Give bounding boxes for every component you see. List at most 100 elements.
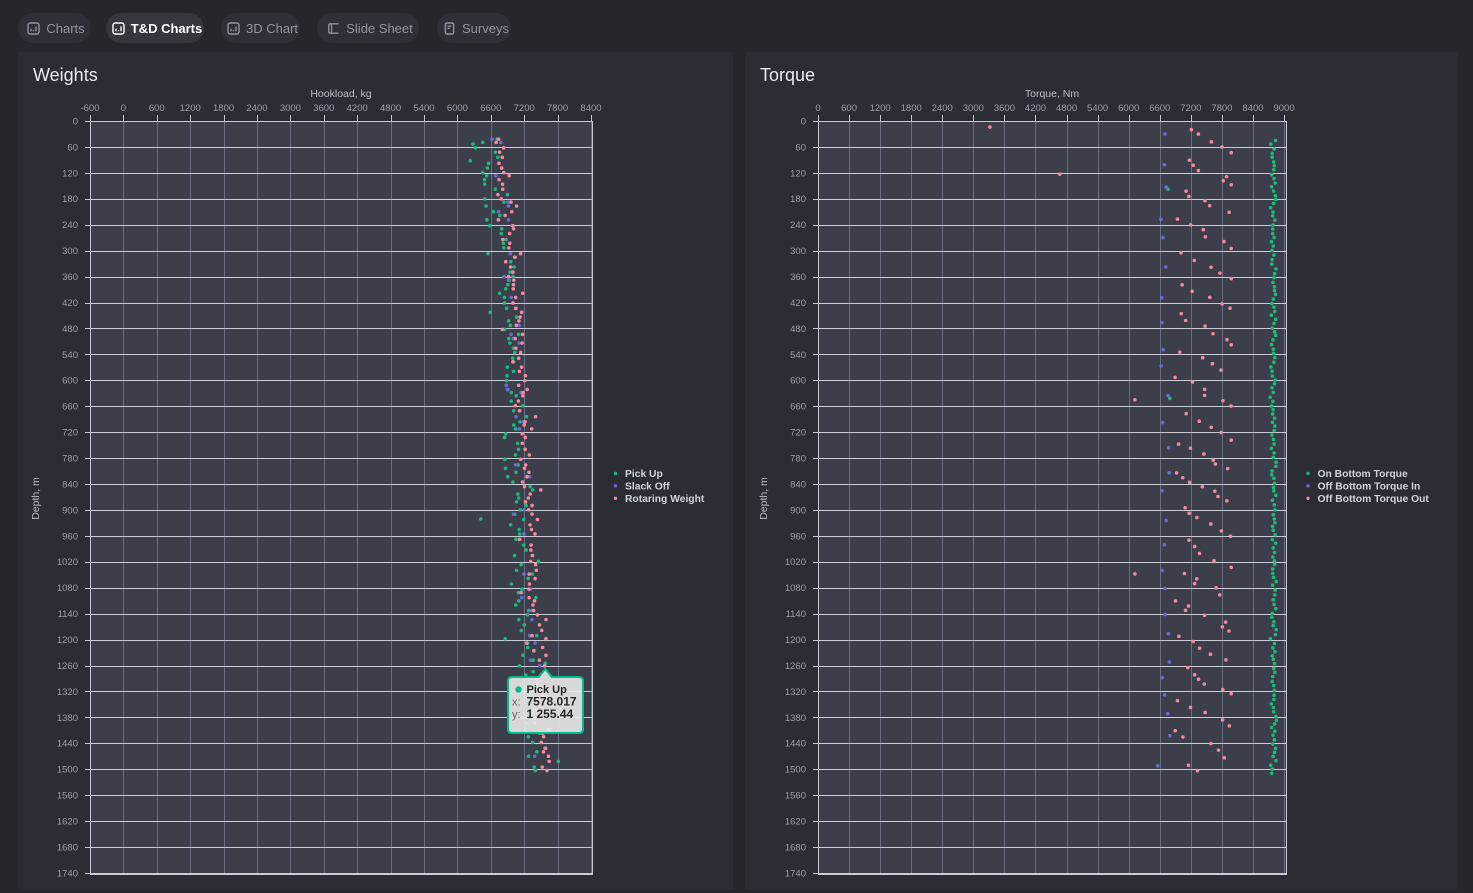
- svg-text:1380: 1380: [785, 713, 806, 724]
- svg-text:120: 120: [790, 168, 806, 179]
- svg-text:480: 480: [790, 324, 806, 335]
- svg-text:1140: 1140: [786, 609, 806, 620]
- svg-text:420: 420: [62, 298, 78, 309]
- svg-text:4800: 4800: [1056, 103, 1077, 114]
- svg-text:1260: 1260: [57, 661, 78, 672]
- svg-text:0: 0: [801, 116, 806, 127]
- svg-text:240: 240: [790, 220, 806, 231]
- svg-text:On Bottom Torque: On Bottom Torque: [1318, 469, 1408, 480]
- svg-text:6600: 6600: [1149, 103, 1170, 114]
- svg-text:1200: 1200: [870, 103, 891, 114]
- svg-text:300: 300: [790, 246, 806, 257]
- svg-text:1200: 1200: [180, 103, 201, 114]
- svg-text:1260: 1260: [785, 661, 806, 672]
- svg-text:780: 780: [790, 453, 806, 464]
- svg-text:1500: 1500: [785, 765, 806, 776]
- svg-text:600: 600: [62, 376, 78, 387]
- svg-text:5400: 5400: [1087, 103, 1108, 114]
- svg-text:4200: 4200: [347, 103, 368, 114]
- svg-text:7800: 7800: [1211, 103, 1232, 114]
- svg-text:6000: 6000: [447, 103, 468, 114]
- svg-text:1800: 1800: [901, 103, 922, 114]
- svg-text:1200: 1200: [785, 635, 806, 646]
- svg-text:120: 120: [62, 168, 78, 179]
- svg-text:Pick Up: Pick Up: [625, 469, 663, 480]
- svg-text:900: 900: [790, 505, 806, 516]
- svg-text:360: 360: [62, 272, 78, 283]
- svg-text:0: 0: [121, 103, 126, 114]
- svg-text:420: 420: [790, 298, 806, 309]
- svg-text:60: 60: [795, 142, 806, 153]
- svg-text:2400: 2400: [932, 103, 953, 114]
- svg-text:540: 540: [790, 350, 806, 361]
- svg-text:960: 960: [790, 531, 806, 542]
- svg-text:2400: 2400: [246, 103, 267, 114]
- svg-text:900: 900: [62, 505, 78, 516]
- svg-text:7200: 7200: [514, 103, 535, 114]
- svg-text:660: 660: [62, 402, 78, 413]
- svg-text:Off Bottom Torque Out: Off Bottom Torque Out: [1318, 494, 1430, 505]
- svg-text:1620: 1620: [57, 817, 78, 828]
- svg-text:1500: 1500: [57, 765, 78, 776]
- svg-text:60: 60: [67, 142, 78, 153]
- svg-text:720: 720: [790, 428, 806, 439]
- svg-text:x:: x:: [512, 697, 521, 709]
- svg-text:1200: 1200: [57, 635, 78, 646]
- svg-text:0: 0: [815, 103, 820, 114]
- svg-text:1680: 1680: [57, 842, 78, 853]
- svg-text:1 255.44: 1 255.44: [527, 707, 574, 721]
- svg-text:1740: 1740: [57, 868, 78, 879]
- svg-text:1320: 1320: [57, 687, 78, 698]
- svg-text:840: 840: [62, 479, 78, 490]
- svg-text:1680: 1680: [785, 842, 806, 853]
- svg-text:3600: 3600: [313, 103, 334, 114]
- svg-text:1080: 1080: [785, 583, 806, 594]
- svg-text:3000: 3000: [280, 103, 301, 114]
- svg-text:480: 480: [62, 324, 78, 335]
- svg-text:1380: 1380: [57, 713, 78, 724]
- svg-text:7200: 7200: [1180, 103, 1201, 114]
- svg-text:1440: 1440: [57, 739, 78, 750]
- svg-text:300: 300: [62, 246, 78, 257]
- svg-text:1740: 1740: [785, 868, 806, 879]
- svg-text:1560: 1560: [57, 791, 78, 802]
- svg-text:780: 780: [62, 453, 78, 464]
- svg-text:720: 720: [62, 428, 78, 439]
- svg-text:1560: 1560: [785, 791, 806, 802]
- svg-text:8400: 8400: [1242, 103, 1263, 114]
- svg-text:0: 0: [73, 116, 78, 127]
- svg-text:Slack Off: Slack Off: [625, 481, 670, 492]
- svg-text:180: 180: [62, 194, 78, 205]
- svg-text:840: 840: [790, 479, 806, 490]
- svg-text:6600: 6600: [480, 103, 501, 114]
- svg-text:360: 360: [790, 272, 806, 283]
- svg-text:600: 600: [790, 376, 806, 387]
- svg-text:6000: 6000: [1118, 103, 1139, 114]
- svg-text:600: 600: [841, 103, 857, 114]
- svg-text:Off Bottom Torque In: Off Bottom Torque In: [1318, 481, 1421, 492]
- svg-text:4200: 4200: [1025, 103, 1046, 114]
- svg-text:600: 600: [149, 103, 165, 114]
- svg-text:Rotaring Weight: Rotaring Weight: [625, 494, 705, 505]
- svg-text:3600: 3600: [994, 103, 1015, 114]
- svg-text:1020: 1020: [57, 557, 78, 568]
- svg-text:1080: 1080: [57, 583, 78, 594]
- svg-text:9000: 9000: [1273, 103, 1294, 114]
- svg-text:1320: 1320: [785, 687, 806, 698]
- svg-text:3000: 3000: [963, 103, 984, 114]
- svg-text:Depth, m: Depth, m: [758, 477, 770, 520]
- svg-text:1440: 1440: [785, 739, 806, 750]
- svg-text:Hookload, kg: Hookload, kg: [310, 88, 371, 100]
- svg-text:Depth, m: Depth, m: [30, 477, 42, 520]
- svg-text:1140: 1140: [58, 609, 78, 620]
- svg-text:Torque, Nm: Torque, Nm: [1025, 88, 1080, 100]
- svg-text:540: 540: [62, 350, 78, 361]
- svg-text:y:: y:: [512, 709, 521, 721]
- svg-text:1800: 1800: [213, 103, 234, 114]
- svg-text:1620: 1620: [785, 817, 806, 828]
- svg-text:660: 660: [790, 402, 806, 413]
- svg-text:7800: 7800: [547, 103, 568, 114]
- svg-text:1020: 1020: [785, 557, 806, 568]
- svg-text:180: 180: [790, 194, 806, 205]
- svg-text:4800: 4800: [380, 103, 401, 114]
